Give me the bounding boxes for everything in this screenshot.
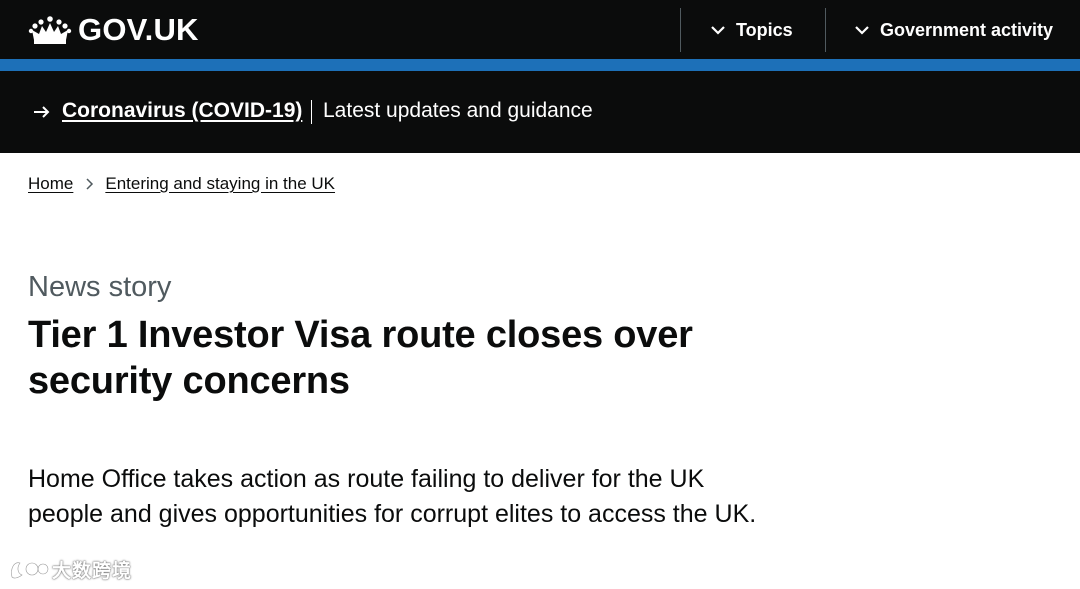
article-lead: Home Office takes action as route failin… — [28, 465, 757, 528]
banner-text: Latest updates and guidance — [323, 99, 593, 122]
breadcrumb-entering-staying-link[interactable]: Entering and staying in the UK — [105, 174, 335, 194]
site-header: GOV.UK Topics Government activity — [0, 0, 1080, 59]
chevron-right-icon — [86, 178, 94, 190]
article-caption: News story — [28, 271, 172, 303]
nav-topics-label: Topics — [736, 19, 793, 40]
covid-link[interactable]: Coronavirus (COVID-19) — [62, 97, 302, 125]
banner-separator — [311, 100, 312, 124]
page-title: Tier 1 Investor Visa route closes over s… — [28, 314, 693, 402]
nav-topics-button[interactable]: Topics — [710, 16, 793, 44]
nav-divider — [680, 8, 681, 52]
header-accent-bar — [0, 59, 1080, 71]
watermark-logo-icon — [10, 561, 50, 580]
nav-divider — [825, 8, 826, 52]
logo-text: GOV.UK — [78, 12, 199, 47]
nav-government-activity-button[interactable]: Government activity — [854, 16, 1053, 44]
chevron-down-icon — [855, 26, 869, 35]
nav-government-activity-label: Government activity — [880, 19, 1054, 40]
crown-icon — [28, 16, 72, 44]
breadcrumb: Home Entering and staying in the UK — [28, 172, 335, 196]
watermark-text: 大数跨境 — [52, 560, 133, 582]
arrow-right-icon — [34, 106, 50, 118]
chevron-down-icon — [711, 26, 725, 35]
watermark: 大数跨境 — [8, 556, 132, 582]
govuk-logo-link[interactable]: GOV.UK — [28, 12, 199, 48]
breadcrumb-home-link[interactable]: Home — [28, 174, 73, 194]
